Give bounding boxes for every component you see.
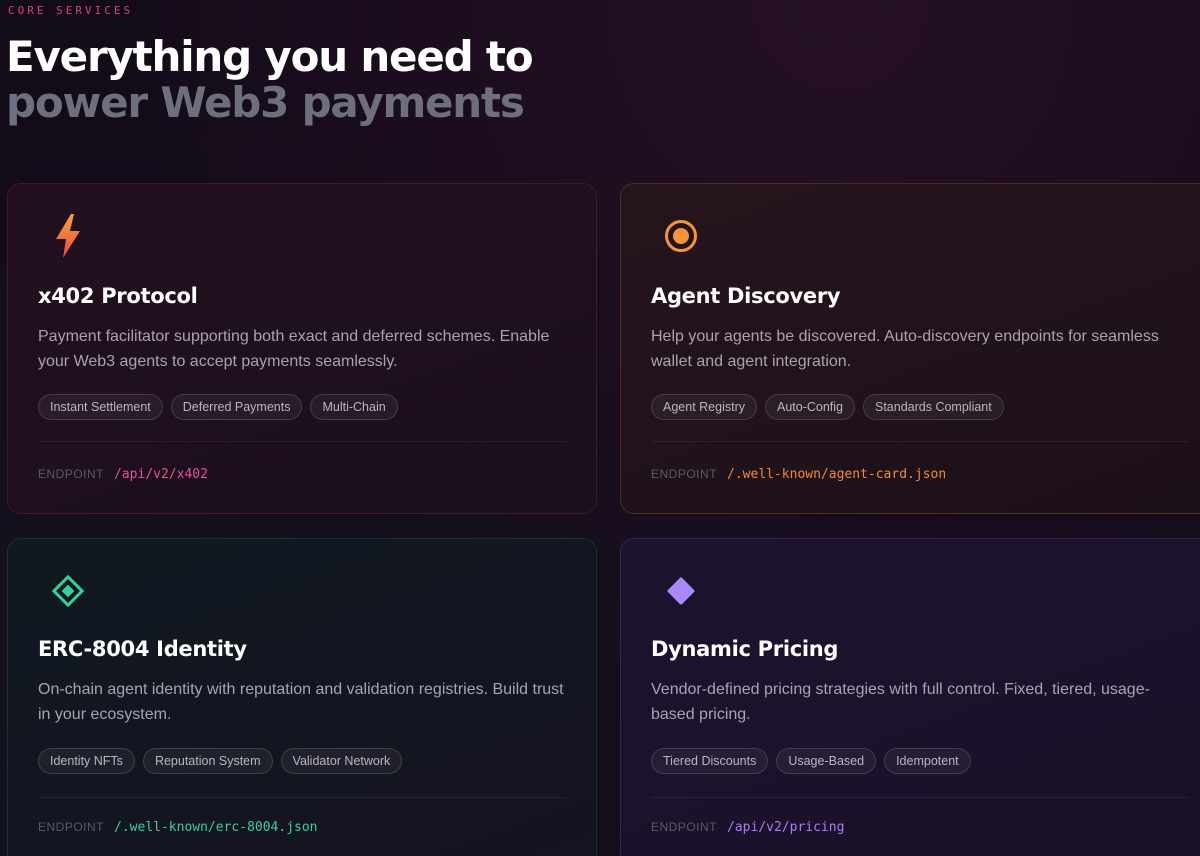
service-card-agent-discovery[interactable]: Agent Discovery Help your agents be disc… [620, 183, 1200, 514]
service-card-x402[interactable]: x402 Protocol Payment facilitator suppor… [7, 183, 597, 514]
card-title: Agent Discovery [651, 284, 841, 308]
lightning-icon [50, 214, 86, 258]
card-divider [38, 797, 566, 798]
card-endpoint: ENDPOINT /api/v2/pricing [651, 820, 844, 835]
card-tags: Instant Settlement Deferred Payments Mul… [38, 394, 398, 420]
endpoint-path[interactable]: /api/v2/pricing [727, 820, 844, 835]
endpoint-label: ENDPOINT [651, 820, 718, 834]
tag-chip: Deferred Payments [170, 394, 303, 420]
card-divider [38, 441, 566, 442]
card-title: x402 Protocol [38, 284, 198, 308]
endpoint-label: ENDPOINT [651, 467, 718, 481]
card-divider [651, 797, 1189, 798]
card-description: Help your agents be discovered. Auto-dis… [651, 328, 1159, 370]
tag-chip: Idempotent [884, 748, 971, 774]
card-endpoint: ENDPOINT /.well-known/erc-8004.json [38, 820, 318, 835]
tag-chip: Identity NFTs [38, 748, 135, 774]
tag-chip: Instant Settlement [38, 394, 163, 420]
card-title: ERC-8004 Identity [38, 637, 247, 661]
endpoint-path[interactable]: /api/v2/x402 [114, 467, 208, 482]
card-endpoint: ENDPOINT /api/v2/x402 [38, 467, 208, 482]
tag-chip: Auto-Config [764, 394, 855, 420]
tag-chip: Validator Network [280, 748, 403, 774]
service-card-dynamic-pricing[interactable]: Dynamic Pricing Vendor-defined pricing s… [620, 538, 1200, 856]
tag-chip: Agent Registry [651, 394, 757, 420]
tag-chip: Multi-Chain [310, 394, 398, 420]
section-headline: Everything you need to power Web3 paymen… [6, 32, 534, 127]
card-endpoint: ENDPOINT /.well-known/agent-card.json [651, 467, 946, 482]
card-tags: Tiered Discounts Usage-Based Idempotent [651, 748, 971, 774]
tag-chip: Usage-Based [776, 748, 877, 774]
card-divider [651, 441, 1189, 442]
services-section: CORE SERVICES Everything you need to pow… [0, 0, 1200, 856]
card-description: Payment facilitator supporting both exac… [38, 328, 550, 370]
tag-chip: Tiered Discounts [651, 748, 769, 774]
target-icon [663, 216, 699, 256]
headline-line-1: Everything you need to [6, 32, 534, 81]
service-card-erc8004[interactable]: ERC-8004 Identity On-chain agent identit… [7, 538, 597, 856]
endpoint-label: ENDPOINT [38, 820, 105, 834]
card-title: Dynamic Pricing [651, 637, 839, 661]
endpoint-path[interactable]: /.well-known/erc-8004.json [114, 820, 318, 835]
card-description: Vendor-defined pricing strategies with f… [651, 681, 1150, 723]
diamond-icon [663, 571, 699, 611]
diamond-outline-icon [50, 571, 86, 611]
tag-chip: Standards Compliant [863, 394, 1004, 420]
endpoint-label: ENDPOINT [38, 467, 105, 481]
tag-chip: Reputation System [142, 748, 273, 774]
card-tags: Identity NFTs Reputation System Validato… [38, 748, 403, 774]
card-tags: Agent Registry Auto-Config Standards Com… [651, 394, 1004, 420]
card-description: On-chain agent identity with reputation … [38, 681, 564, 723]
headline-line-2: power Web3 payments [6, 78, 525, 127]
endpoint-path[interactable]: /.well-known/agent-card.json [727, 467, 946, 482]
section-eyebrow: CORE SERVICES [8, 4, 134, 17]
